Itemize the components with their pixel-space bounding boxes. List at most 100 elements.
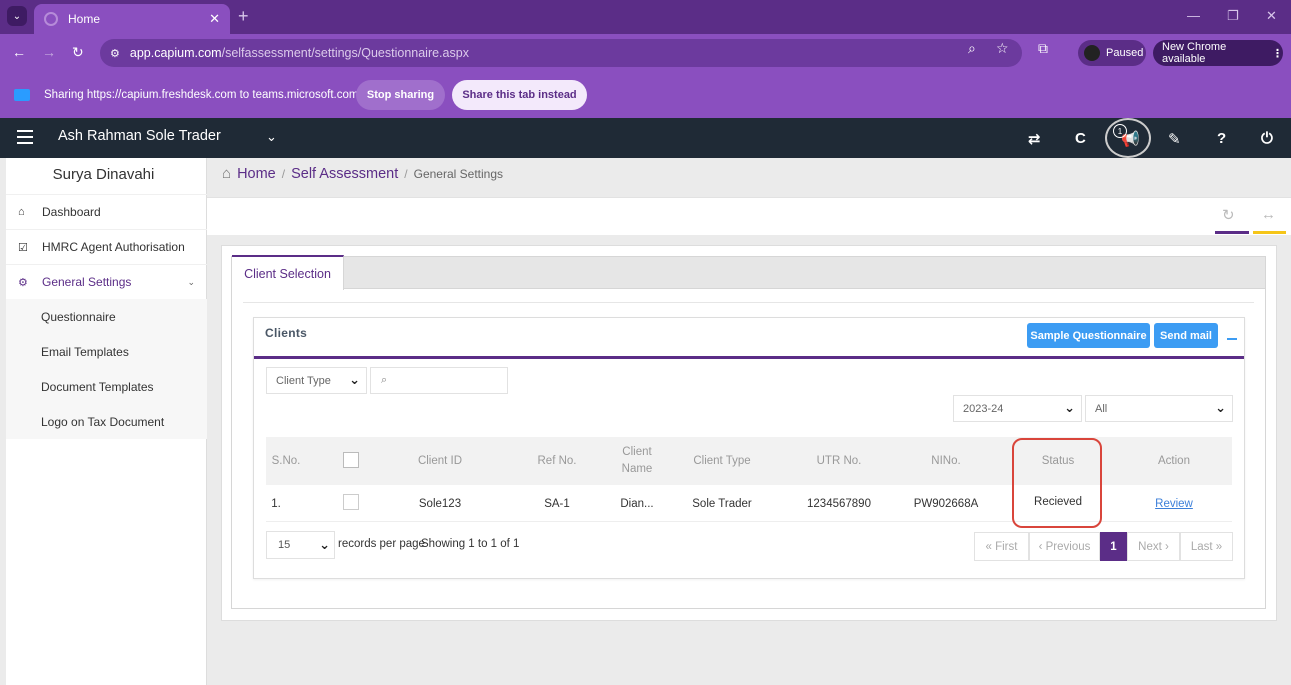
col-client-name[interactable]: Client Name bbox=[612, 437, 662, 485]
breadcrumb-home[interactable]: Home bbox=[237, 166, 276, 182]
window-close-button[interactable]: ✕ bbox=[1266, 8, 1277, 24]
restore-button[interactable]: ❐ bbox=[1227, 8, 1239, 24]
chevron-down-icon: ⌄ bbox=[349, 372, 360, 387]
breadcrumb-self-assessment[interactable]: Self Assessment bbox=[291, 166, 398, 182]
tax-year-select[interactable]: 2023-24 ⌄ bbox=[953, 395, 1082, 422]
chevron-down-icon: ⌄ bbox=[1064, 400, 1075, 415]
submenu-item-email-templates[interactable]: Email Templates bbox=[6, 334, 207, 369]
browser-tab-home[interactable]: Home ✕ bbox=[34, 4, 230, 34]
chevron-down-icon: ⌄ bbox=[319, 537, 330, 552]
cell-sno: 1. bbox=[271, 498, 281, 510]
tab-close-icon[interactable]: ✕ bbox=[209, 11, 220, 27]
status-filter-select[interactable]: All ⌄ bbox=[1085, 395, 1233, 422]
cell-utr-no: 1234567890 bbox=[807, 498, 871, 510]
chevron-down-icon: ⌄ bbox=[187, 276, 195, 287]
gears-icon: ⚙ bbox=[18, 276, 28, 289]
share-this-tab-button[interactable]: Share this tab instead bbox=[452, 80, 587, 110]
extensions-icon[interactable]: ⧉ bbox=[1038, 40, 1048, 57]
page-toolstrip bbox=[207, 197, 1291, 235]
search-icon: ⌕ bbox=[381, 374, 388, 386]
select-all-checkbox[interactable] bbox=[343, 452, 359, 468]
address-bar[interactable]: ⚙ app.capium.com/selfassessment/settings… bbox=[100, 39, 1022, 67]
bookmark-star-icon[interactable]: ☆ bbox=[996, 40, 1009, 57]
back-arrow-icon[interactable]: ← bbox=[12, 44, 26, 60]
tab-client-selection[interactable]: Client Selection bbox=[232, 255, 344, 290]
submenu-item-label: Logo on Tax Document bbox=[41, 414, 165, 429]
update-label: New Chrome available bbox=[1162, 41, 1227, 65]
notification-badge: 1 bbox=[1113, 124, 1127, 138]
breadcrumb-current: General Settings bbox=[413, 166, 504, 181]
sample-questionnaire-button[interactable]: Sample Questionnaire bbox=[1027, 323, 1150, 348]
cell-ref-no: SA-1 bbox=[544, 498, 570, 510]
status-highlight-box bbox=[1012, 438, 1102, 528]
submenu-item-document-templates[interactable]: Document Templates bbox=[6, 369, 207, 404]
client-type-value: Client Type bbox=[276, 374, 331, 387]
browser-toolbar: ← → ↻ ⚙ app.capium.com/selfassessment/se… bbox=[0, 34, 1291, 72]
sidebar-item-general-settings[interactable]: ⚙ General Settings ⌄ bbox=[6, 264, 207, 299]
tab-search-button[interactable]: ⌄ bbox=[7, 6, 27, 26]
page-size-value: 15 bbox=[278, 539, 291, 551]
clients-card-title: Clients bbox=[265, 326, 308, 340]
url-path: /selfassessment/settings/Questionnaire.a… bbox=[221, 46, 469, 60]
url-host: app.capium.com bbox=[129, 46, 222, 60]
status-filter-value: All bbox=[1095, 402, 1108, 415]
last-page-button[interactable]: Last » bbox=[1180, 532, 1233, 561]
submenu-item-questionnaire[interactable]: Questionnaire bbox=[6, 299, 207, 334]
site-info-icon[interactable]: ⚙ bbox=[110, 47, 120, 60]
sidebar-item-hmrc-agent-authorisation[interactable]: ☑ HMRC Agent Authorisation bbox=[6, 229, 207, 264]
sidebar-item-dashboard[interactable]: ⌂ Dashboard bbox=[6, 194, 207, 229]
col-ref-no[interactable]: Ref No. bbox=[527, 437, 587, 485]
reload-icon[interactable]: ↻ bbox=[72, 44, 84, 61]
ticket-icon[interactable]: ✎ bbox=[1168, 130, 1181, 148]
col-client-type[interactable]: Client Type bbox=[686, 437, 758, 485]
col-nino[interactable]: NINo. bbox=[916, 437, 976, 485]
zoom-icon[interactable]: ⌕ bbox=[968, 40, 976, 57]
first-page-button[interactable]: « First bbox=[974, 532, 1029, 561]
company-dropdown-chevron-icon[interactable]: ⌄ bbox=[266, 129, 277, 145]
power-icon[interactable]: ⏻ bbox=[1261, 130, 1273, 147]
divider bbox=[243, 302, 1254, 303]
kebab-menu-icon[interactable]: ⋮ bbox=[1272, 47, 1283, 60]
help-icon[interactable]: ? bbox=[1217, 130, 1226, 147]
row-checkbox[interactable] bbox=[343, 494, 359, 510]
switch-icon[interactable]: ⇄ bbox=[1028, 130, 1041, 148]
page-1-button[interactable]: 1 bbox=[1100, 532, 1127, 561]
client-type-select[interactable]: Client Type ⌄ bbox=[266, 367, 367, 394]
col-sno[interactable]: S.No. bbox=[266, 437, 306, 485]
capium-favicon-icon bbox=[44, 12, 58, 26]
profile-status: Paused bbox=[1106, 47, 1144, 59]
hamburger-menu-icon[interactable] bbox=[17, 130, 33, 144]
stop-sharing-button[interactable]: Stop sharing bbox=[356, 80, 445, 110]
next-page-button[interactable]: Next › bbox=[1127, 532, 1180, 561]
home-icon[interactable]: ⌂ bbox=[222, 165, 231, 182]
expand-icon[interactable]: ↔ bbox=[1261, 206, 1276, 223]
submenu-item-logo-on-tax-document[interactable]: Logo on Tax Document bbox=[6, 404, 207, 439]
col-client-id[interactable]: Client ID bbox=[400, 437, 480, 485]
page-size-select[interactable]: 15 ⌄ bbox=[266, 531, 335, 559]
submenu-item-label: Email Templates bbox=[41, 344, 129, 359]
profile-button[interactable]: Paused bbox=[1078, 40, 1146, 66]
breadcrumb-separator: / bbox=[281, 166, 286, 181]
review-link[interactable]: Review bbox=[1144, 486, 1204, 522]
refresh-icon[interactable]: ↻ bbox=[1222, 206, 1235, 224]
records-per-page-label: records per page bbox=[338, 538, 425, 550]
checkbox-icon: ☑ bbox=[18, 241, 28, 254]
send-mail-button[interactable]: Send mail bbox=[1154, 323, 1218, 348]
forward-arrow-icon[interactable]: → bbox=[42, 44, 56, 60]
new-tab-button[interactable]: + bbox=[238, 6, 249, 27]
cell-client-id: Sole123 bbox=[418, 498, 462, 510]
accent-bar-yellow bbox=[1253, 231, 1286, 234]
screen-share-icon bbox=[14, 89, 30, 101]
minimize-button[interactable]: — bbox=[1187, 8, 1200, 23]
col-utr-no[interactable]: UTR No. bbox=[802, 437, 876, 485]
update-chrome-button[interactable]: New Chrome available ⋮ bbox=[1153, 40, 1283, 66]
previous-page-button[interactable]: ‹ Previous bbox=[1029, 532, 1100, 561]
general-settings-submenu: Questionnaire Email Templates Document T… bbox=[6, 299, 207, 439]
capium-logo-icon[interactable]: C bbox=[1075, 130, 1086, 147]
sidebar-item-label: Dashboard bbox=[42, 205, 101, 219]
submenu-item-label: Questionnaire bbox=[41, 309, 116, 324]
card-header-underline bbox=[254, 356, 1244, 359]
search-input[interactable]: ⌕ bbox=[370, 367, 508, 394]
collapse-icon[interactable] bbox=[1227, 338, 1237, 340]
col-action: Action bbox=[1158, 454, 1190, 467]
